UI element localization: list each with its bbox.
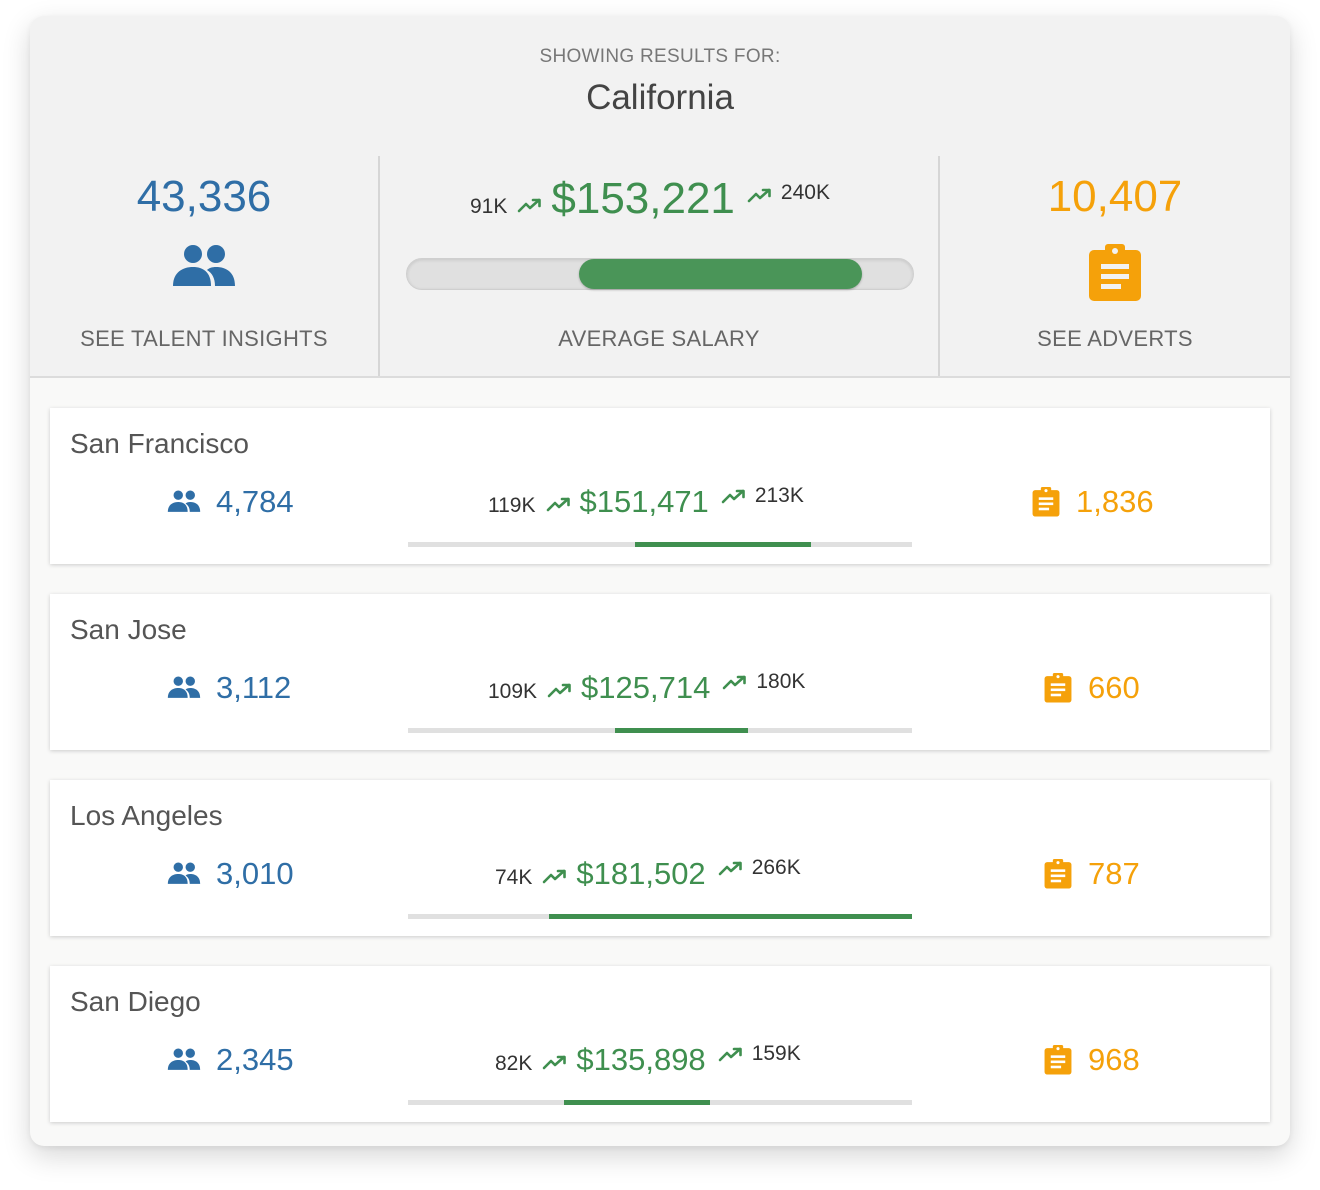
people-icon	[167, 676, 201, 698]
trending-up-icon	[542, 1054, 568, 1075]
results-panel: SHOWING RESULTS FOR: California 43,336 S…	[30, 16, 1290, 1146]
summary-header: SHOWING RESULTS FOR: California 43,336 S…	[30, 16, 1290, 378]
people-icon	[167, 1048, 201, 1070]
salary-max: 180K	[756, 670, 806, 693]
salary-range-fill	[564, 1100, 711, 1105]
city-salary-row: 74K $181,502 266K	[495, 856, 801, 892]
people-icon	[171, 244, 237, 295]
clipboard-icon	[1044, 1045, 1072, 1075]
salary-average: $181,502	[576, 856, 706, 891]
talent-insights-label: SEE TALENT INSIGHTS	[80, 326, 328, 351]
trending-up-icon	[747, 187, 773, 208]
see-adverts-link[interactable]: 10,407 SEE ADVERTS	[940, 156, 1290, 376]
trending-up-icon	[718, 1046, 744, 1067]
city-card[interactable]: San Francisco 4,784 119K $151,471 213K 1…	[50, 408, 1270, 564]
city-talent-link[interactable]: 4,784	[166, 484, 294, 520]
salary-average: $125,714	[581, 670, 711, 705]
city-adverts-link[interactable]: 787	[1044, 856, 1140, 892]
city-adverts-count: 787	[1088, 856, 1140, 891]
city-talent-count: 2,345	[216, 1042, 294, 1077]
salary-range-fill	[614, 728, 749, 733]
trending-up-icon	[722, 674, 748, 695]
trending-up-icon	[718, 860, 744, 881]
city-adverts-count: 660	[1088, 670, 1140, 705]
city-adverts-count: 1,836	[1076, 484, 1154, 519]
talent-count: 43,336	[136, 172, 272, 221]
salary-range-bar	[408, 728, 912, 733]
city-adverts-link[interactable]: 660	[1044, 670, 1140, 706]
city-card[interactable]: San Jose 3,112 109K $125,714 180K 660	[50, 594, 1270, 750]
trending-up-icon	[517, 197, 543, 218]
city-talent-link[interactable]: 3,112	[166, 670, 291, 706]
city-name: San Jose	[70, 614, 187, 645]
salary-max: 266K	[751, 856, 801, 879]
city-talent-count: 3,010	[216, 856, 294, 891]
salary-range-bar	[408, 914, 912, 919]
city-adverts-link[interactable]: 1,836	[1032, 484, 1154, 520]
salary-average: $153,221	[551, 174, 735, 223]
salary-max: 240K	[780, 181, 830, 204]
salary-range-fill	[549, 914, 912, 919]
city-adverts-count: 968	[1088, 1042, 1140, 1077]
salary-min: 74K	[495, 866, 533, 889]
city-name: San Diego	[70, 986, 201, 1017]
salary-range-bar	[408, 1100, 912, 1105]
see-adverts-label: SEE ADVERTS	[1037, 326, 1193, 351]
clipboard-icon	[1044, 859, 1072, 889]
city-salary-row: 82K $135,898 159K	[495, 1042, 801, 1078]
salary-range-bar	[408, 542, 912, 547]
city-talent-count: 4,784	[216, 484, 294, 519]
city-salary-row: 119K $151,471 213K	[488, 484, 804, 520]
salary-average: $151,471	[579, 484, 709, 519]
salary-range-fill	[634, 542, 812, 547]
people-icon	[167, 490, 201, 512]
adverts-count: 10,407	[1047, 172, 1183, 221]
city-adverts-link[interactable]: 968	[1044, 1042, 1140, 1078]
salary-min: 119K	[488, 494, 536, 517]
salary-min: 91K	[470, 195, 508, 218]
city-talent-count: 3,112	[216, 670, 292, 705]
people-icon	[167, 862, 201, 884]
salary-average: $135,898	[576, 1042, 706, 1077]
city-card[interactable]: San Diego 2,345 82K $135,898 159K 968	[50, 966, 1270, 1122]
average-salary-label: AVERAGE SALARY	[558, 326, 760, 351]
trending-up-icon	[542, 868, 568, 889]
city-card[interactable]: Los Angeles 3,010 74K $181,502 266K 787	[50, 780, 1270, 936]
clipboard-icon	[1032, 487, 1060, 517]
city-talent-link[interactable]: 3,010	[166, 856, 294, 892]
trending-up-icon	[546, 496, 572, 517]
results-subtitle: SHOWING RESULTS FOR:	[539, 46, 781, 67]
clipboard-icon	[1088, 244, 1142, 307]
city-name: Los Angeles	[70, 800, 223, 831]
talent-insights-link[interactable]: 43,336 SEE TALENT INSIGHTS	[30, 156, 378, 376]
salary-max: 159K	[751, 1042, 801, 1065]
location-title: California	[586, 78, 734, 117]
city-salary-row: 109K $125,714 180K	[488, 670, 805, 706]
salary-min: 82K	[495, 1052, 533, 1075]
trending-up-icon	[547, 682, 573, 703]
clipboard-icon	[1044, 673, 1072, 703]
city-name: San Francisco	[70, 428, 249, 459]
salary-range-row: 91K $153,221 240K	[470, 174, 830, 224]
salary-min: 109K	[488, 680, 538, 703]
salary-range-fill	[579, 259, 863, 289]
trending-up-icon	[721, 488, 747, 509]
salary-range-bar	[406, 258, 914, 290]
city-talent-link[interactable]: 2,345	[166, 1042, 294, 1078]
salary-max: 213K	[754, 484, 804, 507]
